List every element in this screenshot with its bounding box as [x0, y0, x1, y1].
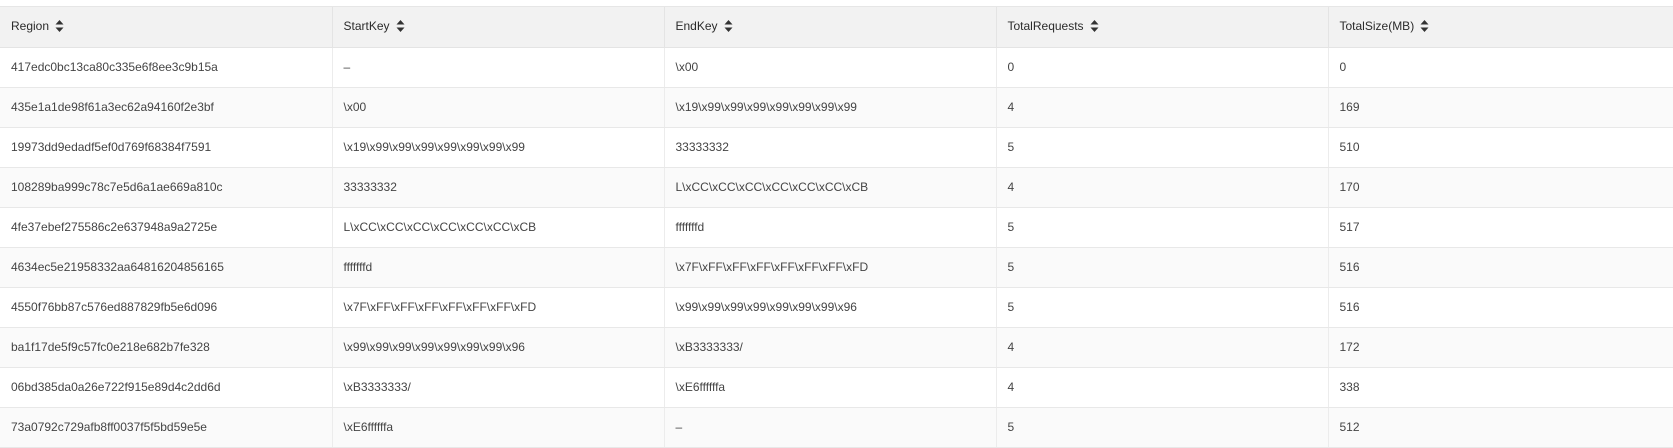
- cell-startkey: fffffffd: [332, 247, 665, 288]
- table-row[interactable]: 4634ec5e21958332aa64816204856165 fffffff…: [0, 247, 1673, 288]
- table-row[interactable]: 435e1a1de98f61a3ec62a94160f2e3bf \x00 \x…: [0, 87, 1673, 128]
- cell-startkey: \x7F\xFF\xFF\xFF\xFF\xFF\xFF\xFD: [332, 287, 665, 328]
- cell-totalrequests: 4: [996, 367, 1329, 408]
- cell-region: 19973dd9edadf5ef0d769f68384f7591: [0, 127, 333, 168]
- cell-totalrequests: 4: [996, 87, 1329, 128]
- cell-totalsize: 170: [1328, 167, 1673, 208]
- cell-totalrequests: 5: [996, 247, 1329, 288]
- cell-region: 435e1a1de98f61a3ec62a94160f2e3bf: [0, 87, 333, 128]
- column-header-region[interactable]: Region: [0, 7, 333, 48]
- table-row[interactable]: 73a0792c729afb8ff0037f5f5bd59e5e \xE6fff…: [0, 407, 1673, 448]
- cell-region: ba1f17de5f9c57fc0e218e682b7fe328: [0, 327, 333, 368]
- cell-totalsize: 516: [1328, 247, 1673, 288]
- sort-icon[interactable]: [396, 19, 405, 33]
- sort-icon[interactable]: [55, 19, 64, 33]
- cell-totalrequests: 5: [996, 207, 1329, 248]
- cell-totalrequests: 4: [996, 327, 1329, 368]
- header-row: Region StartKey EndKey TotalRequests Tot…: [0, 7, 1673, 48]
- cell-totalsize: 517: [1328, 207, 1673, 248]
- cell-totalsize: 338: [1328, 367, 1673, 408]
- cell-startkey: \xE6ffffffa: [332, 407, 665, 448]
- cell-totalrequests: 5: [996, 127, 1329, 168]
- cell-region: 4fe37ebef275586c2e637948a9a2725e: [0, 207, 333, 248]
- cell-endkey: fffffffd: [664, 207, 997, 248]
- cell-endkey: 33333332: [664, 127, 997, 168]
- cell-region: 417edc0bc13ca80c335e6f8ee3c9b15a: [0, 47, 333, 88]
- cell-startkey: \x19\x99\x99\x99\x99\x99\x99\x99: [332, 127, 665, 168]
- cell-totalsize: 172: [1328, 327, 1673, 368]
- table-row[interactable]: 4fe37ebef275586c2e637948a9a2725e L\xCC\x…: [0, 207, 1673, 248]
- column-header-label: EndKey: [675, 19, 718, 34]
- cell-totalrequests: 5: [996, 407, 1329, 448]
- table-row[interactable]: ba1f17de5f9c57fc0e218e682b7fe328 \x99\x9…: [0, 327, 1673, 368]
- cell-endkey: \x19\x99\x99\x99\x99\x99\x99\x99: [664, 87, 997, 128]
- cell-totalsize: 169: [1328, 87, 1673, 128]
- column-header-totalsize[interactable]: TotalSize(MB): [1328, 7, 1673, 48]
- column-header-endkey[interactable]: EndKey: [664, 7, 997, 48]
- cell-totalsize: 512: [1328, 407, 1673, 448]
- cell-totalsize: 516: [1328, 287, 1673, 328]
- cell-startkey: 33333332: [332, 167, 665, 208]
- cell-totalsize: 0: [1328, 47, 1673, 88]
- table-row[interactable]: 108289ba999c78c7e5d6a1ae669a810c 3333333…: [0, 167, 1673, 208]
- cell-region: 06bd385da0a26e722f915e89d4c2dd6d: [0, 367, 333, 408]
- table-row[interactable]: 417edc0bc13ca80c335e6f8ee3c9b15a – \x00 …: [0, 47, 1673, 88]
- cell-endkey: \xB3333333/: [664, 327, 997, 368]
- table-body: 417edc0bc13ca80c335e6f8ee3c9b15a – \x00 …: [0, 47, 1673, 448]
- cell-startkey: \x00: [332, 87, 665, 128]
- regions-table-container: Region StartKey EndKey TotalRequests Tot…: [0, 6, 1673, 448]
- cell-totalrequests: 4: [996, 167, 1329, 208]
- cell-endkey: –: [664, 407, 997, 448]
- table-row[interactable]: 4550f76bb87c576ed887829fb5e6d096 \x7F\xF…: [0, 287, 1673, 328]
- cell-totalrequests: 5: [996, 287, 1329, 328]
- cell-startkey: \xB3333333/: [332, 367, 665, 408]
- sort-icon[interactable]: [724, 19, 733, 33]
- cell-totalrequests: 0: [996, 47, 1329, 88]
- cell-startkey: –: [332, 47, 665, 88]
- cell-endkey: \x99\x99\x99\x99\x99\x99\x99\x96: [664, 287, 997, 328]
- table-row[interactable]: 19973dd9edadf5ef0d769f68384f7591 \x19\x9…: [0, 127, 1673, 168]
- cell-totalsize: 510: [1328, 127, 1673, 168]
- cell-startkey: L\xCC\xCC\xCC\xCC\xCC\xCC\xCB: [332, 207, 665, 248]
- cell-endkey: \x7F\xFF\xFF\xFF\xFF\xFF\xFF\xFD: [664, 247, 997, 288]
- column-header-label: StartKey: [343, 19, 390, 34]
- cell-startkey: \x99\x99\x99\x99\x99\x99\x99\x96: [332, 327, 665, 368]
- cell-region: 73a0792c729afb8ff0037f5f5bd59e5e: [0, 407, 333, 448]
- table-header: Region StartKey EndKey TotalRequests Tot…: [0, 7, 1673, 48]
- table-row[interactable]: 06bd385da0a26e722f915e89d4c2dd6d \xB3333…: [0, 367, 1673, 408]
- column-header-totalrequests[interactable]: TotalRequests: [996, 7, 1329, 48]
- cell-region: 4634ec5e21958332aa64816204856165: [0, 247, 333, 288]
- cell-region: 4550f76bb87c576ed887829fb5e6d096: [0, 287, 333, 328]
- sort-icon[interactable]: [1090, 19, 1099, 33]
- column-header-label: Region: [11, 19, 50, 34]
- cell-region: 108289ba999c78c7e5d6a1ae669a810c: [0, 167, 333, 208]
- cell-endkey: L\xCC\xCC\xCC\xCC\xCC\xCC\xCB: [664, 167, 997, 208]
- column-header-label: TotalSize(MB): [1339, 19, 1415, 34]
- regions-table: Region StartKey EndKey TotalRequests Tot…: [0, 7, 1673, 448]
- sort-icon[interactable]: [1420, 19, 1429, 33]
- column-header-label: TotalRequests: [1007, 19, 1084, 34]
- cell-endkey: \x00: [664, 47, 997, 88]
- column-header-startkey[interactable]: StartKey: [332, 7, 665, 48]
- cell-endkey: \xE6ffffffa: [664, 367, 997, 408]
